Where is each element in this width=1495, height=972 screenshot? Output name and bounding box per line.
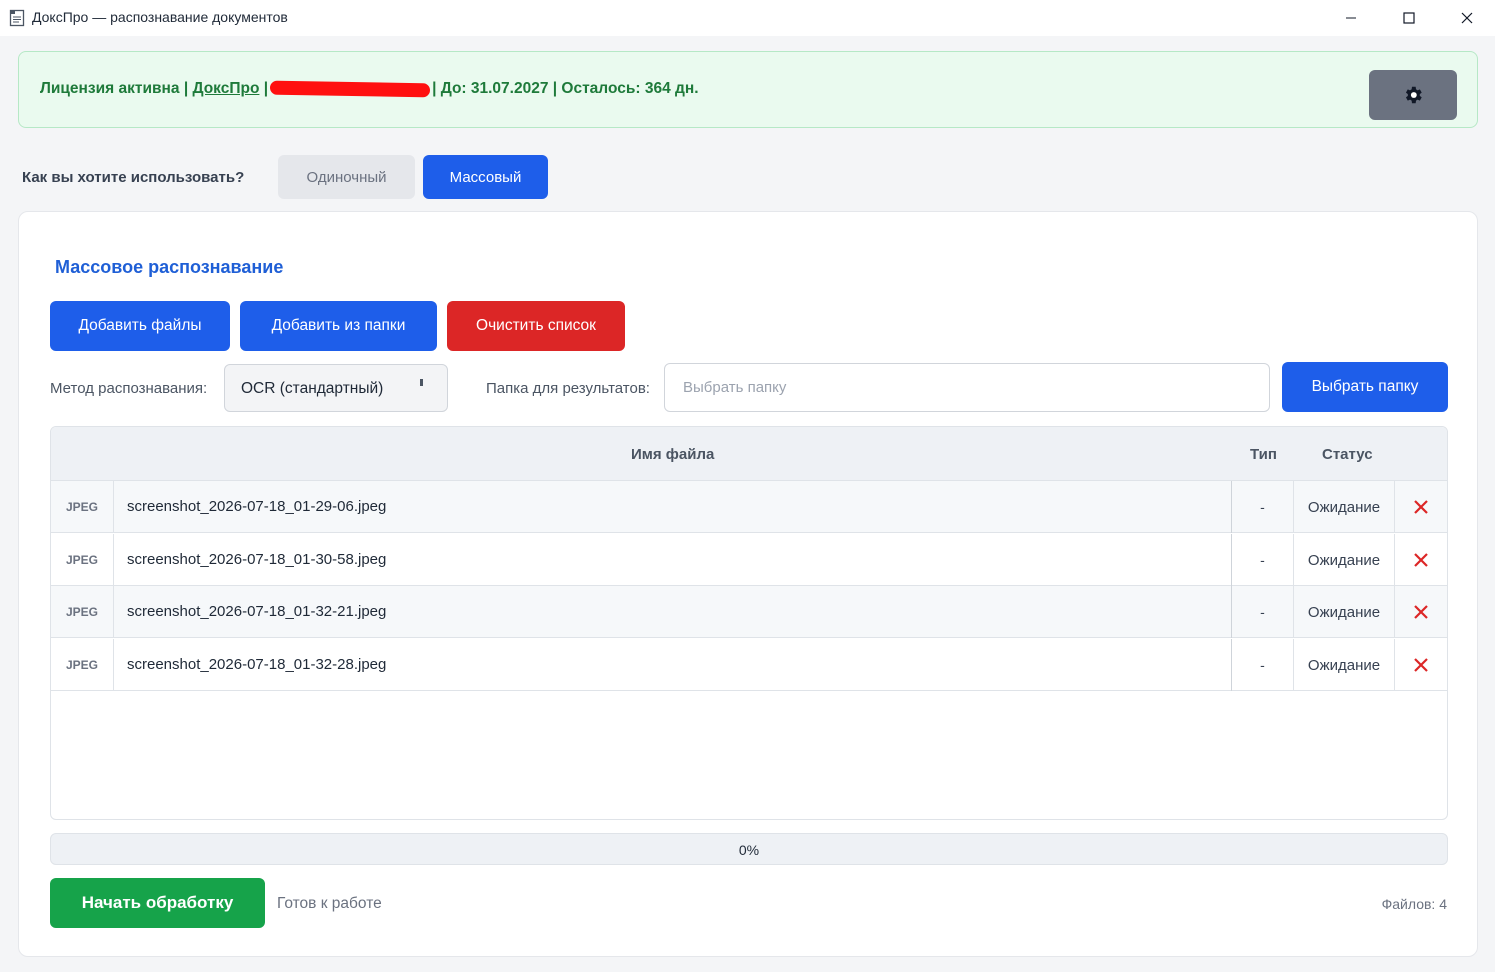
add-files-button[interactable]: Добавить файлы [50, 301, 230, 351]
file-name: screenshot_2026-07-18_01-29-06.jpeg [127, 498, 387, 515]
window-title: ДоксПро — распознавание документов [32, 9, 288, 25]
remove-file-button[interactable] [1395, 586, 1447, 638]
status-text: Готов к работе [277, 895, 382, 912]
table-row[interactable]: JPEG screenshot_2026-07-18_01-29-06.jpeg… [51, 481, 1447, 533]
close-window-button[interactable] [1438, 0, 1495, 36]
maximize-button[interactable] [1380, 0, 1438, 36]
redaction-mark [269, 80, 431, 98]
file-name: screenshot_2026-07-18_01-30-58.jpeg [127, 551, 387, 568]
file-type: - [1231, 481, 1294, 533]
license-separator: | [259, 80, 269, 97]
folder-label: Папка для результатов: [486, 380, 650, 397]
minimize-button[interactable] [1322, 0, 1380, 36]
column-status-header: Статус [1322, 446, 1373, 463]
progress-bar: 0% [50, 833, 1448, 865]
table-row[interactable]: JPEG screenshot_2026-07-18_01-32-28.jpeg… [51, 639, 1447, 691]
method-select[interactable]: OCR (стандартный) [224, 364, 448, 412]
files-count: Файлов: 4 [1381, 896, 1447, 912]
license-product-link[interactable]: ДоксПро [192, 80, 259, 97]
license-expiry: | До: 31.07.2027 | Осталось: 364 дн. [432, 80, 699, 97]
file-type-badge: JPEG [51, 534, 114, 586]
add-folder-button[interactable]: Добавить из папки [240, 301, 437, 351]
close-icon [1461, 12, 1473, 24]
file-type: - [1231, 586, 1294, 638]
table-row[interactable]: JPEG screenshot_2026-07-18_01-30-58.jpeg… [51, 534, 1447, 586]
minimize-icon [1346, 17, 1356, 19]
remove-file-button[interactable] [1395, 639, 1447, 691]
file-type: - [1231, 534, 1294, 586]
file-type-badge: JPEG [51, 639, 114, 691]
method-label: Метод распознавания: [50, 380, 208, 397]
close-icon [1414, 500, 1428, 514]
start-processing-button[interactable]: Начать обработку [50, 878, 265, 928]
progress-label: 0% [738, 842, 760, 858]
file-name: screenshot_2026-07-18_01-32-21.jpeg [127, 603, 387, 620]
file-status: Ожидание [1294, 586, 1395, 638]
license-status: Лицензия активна | [40, 80, 193, 97]
close-icon [1414, 605, 1428, 619]
mode-bulk-button[interactable]: Массовый [423, 155, 548, 199]
table-header: Имя файла Тип Статус [51, 427, 1447, 481]
method-value: OCR (стандартный) [241, 380, 384, 397]
column-name-header: Имя файла [631, 446, 715, 463]
panel-title: Массовое распознавание [55, 257, 284, 277]
output-folder-input[interactable] [664, 363, 1270, 412]
close-icon [1414, 553, 1428, 567]
pick-folder-button[interactable]: Выбрать папку [1282, 362, 1448, 412]
license-info: Лицензия активна | ДоксПро | | До: 31.07.… [40, 80, 699, 98]
file-name: screenshot_2026-07-18_01-32-28.jpeg [127, 656, 387, 673]
file-type-badge: JPEG [51, 586, 114, 638]
file-status: Ожидание [1294, 534, 1395, 586]
file-type: - [1231, 639, 1294, 691]
file-status: Ожидание [1294, 481, 1395, 533]
column-type-header: Тип [1250, 446, 1277, 463]
table-row[interactable]: JPEG screenshot_2026-07-18_01-32-21.jpeg… [51, 586, 1447, 638]
dropdown-caret-icon [420, 379, 423, 386]
remove-file-button[interactable] [1395, 534, 1447, 586]
document-icon [9, 9, 25, 27]
file-type-badge: JPEG [51, 481, 114, 533]
close-icon [1414, 658, 1428, 672]
license-banner: Лицензия активна | ДоксПро | | До: 31.07.… [18, 51, 1478, 128]
mode-single-button[interactable]: Одиночный [278, 155, 415, 199]
settings-button[interactable] [1369, 70, 1457, 120]
maximize-icon [1403, 12, 1415, 24]
gear-icon [1405, 86, 1422, 104]
remove-file-button[interactable] [1395, 481, 1447, 533]
mode-question: Как вы хотите использовать? [22, 169, 245, 186]
file-status: Ожидание [1294, 639, 1395, 691]
files-table: Имя файла Тип Статус JPEG screenshot_202… [50, 426, 1448, 820]
bulk-panel: Массовое распознавание Добавить файлы До… [18, 211, 1478, 957]
title-bar: ДоксПро — распознавание документов [0, 0, 1495, 36]
clear-list-button[interactable]: Очистить список [447, 301, 625, 351]
